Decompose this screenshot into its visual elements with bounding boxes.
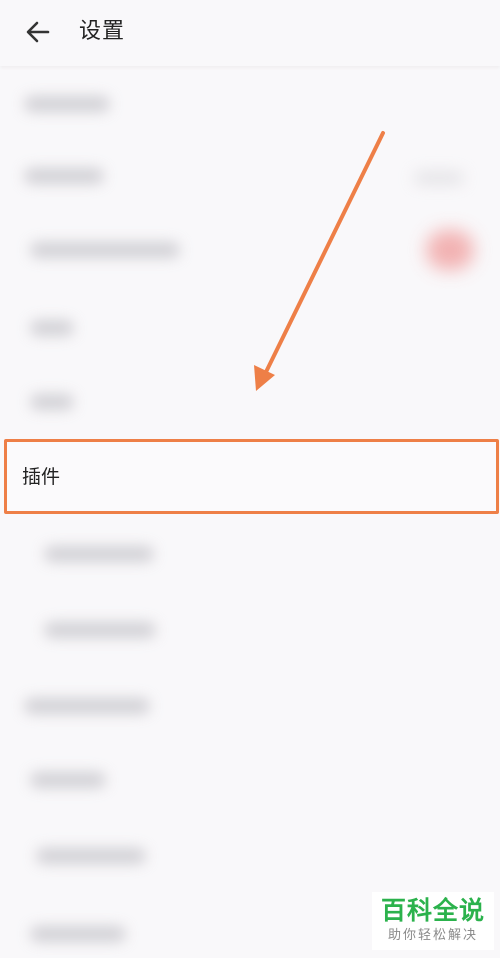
blurred-list-item[interactable] — [0, 210, 500, 282]
blurred-list-item[interactable] — [0, 518, 500, 590]
blurred-label — [30, 394, 74, 410]
back-button[interactable] — [20, 14, 56, 50]
blurred-label — [30, 926, 126, 942]
blurred-label — [24, 96, 110, 112]
blurred-label — [44, 546, 154, 562]
page-title: 设置 — [79, 19, 126, 44]
blurred-label — [30, 320, 74, 336]
blurred-list-item[interactable] — [0, 668, 500, 740]
blurred-label — [44, 622, 156, 638]
blurred-label — [24, 698, 150, 714]
blurred-list-item[interactable] — [0, 292, 500, 364]
watermark: 百科全说 助你轻松解决 — [372, 892, 494, 950]
blurred-list-item[interactable] — [0, 818, 500, 890]
watermark-title: 百科全说 — [380, 896, 485, 925]
settings-item-plugins[interactable]: 插件 — [4, 439, 499, 514]
blurred-value — [414, 172, 464, 184]
blurred-label — [30, 772, 106, 788]
settings-screen: 设置 插件 百科全说 助你轻松解决 — [0, 0, 500, 958]
plugins-label: 插件 — [22, 466, 61, 488]
blurred-list-item[interactable] — [0, 594, 500, 666]
blurred-toggle[interactable] — [426, 230, 474, 270]
app-header: 设置 — [0, 0, 500, 66]
arrow-left-icon — [26, 21, 50, 43]
blurred-label — [36, 848, 146, 864]
blurred-list-item[interactable] — [0, 366, 500, 438]
blurred-label — [30, 242, 180, 258]
blurred-list-item[interactable] — [0, 66, 500, 138]
blurred-list-item[interactable] — [0, 742, 500, 814]
watermark-subtitle: 助你轻松解决 — [387, 928, 478, 943]
blurred-label — [24, 168, 104, 184]
blurred-list-item[interactable] — [0, 138, 500, 210]
